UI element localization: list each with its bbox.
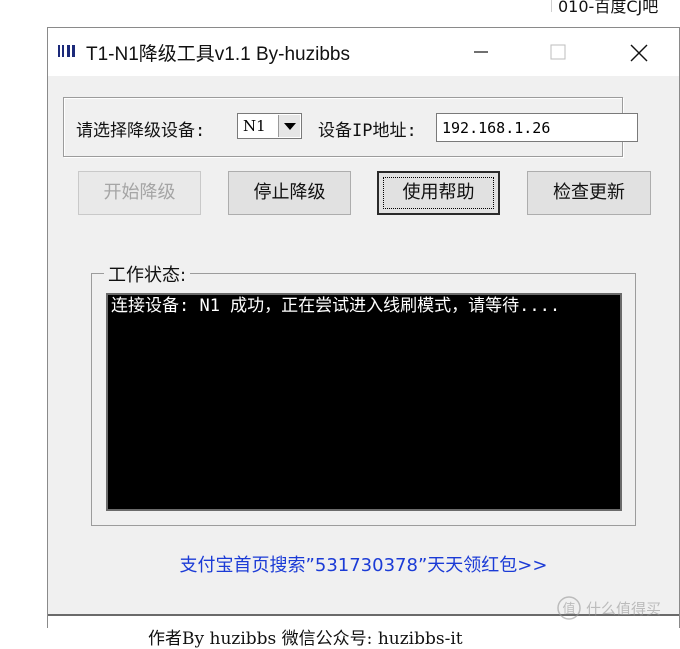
status-log[interactable]: 连接设备: N1 成功，正在尝试进入线刷模式，请等待.... (106, 293, 622, 511)
close-icon (630, 44, 648, 62)
app-icon (58, 45, 75, 57)
client-area: 请选择降级设备: N1 设备IP地址: 开始降级 停止降级 使用帮助 检查更新 … (48, 76, 679, 649)
minimize-icon (474, 51, 488, 53)
window-title: T1-N1降级工具v1.1 By-huzibbs (86, 44, 350, 65)
ip-address-field[interactable] (436, 113, 638, 142)
device-select-label: 请选择降级设备: (76, 121, 206, 141)
help-button[interactable]: 使用帮助 (377, 171, 500, 215)
ip-label: 设备IP地址: (318, 121, 417, 141)
background-divider (551, 0, 552, 12)
device-select[interactable]: N1 (237, 113, 302, 139)
stop-downgrade-button[interactable]: 停止降级 (228, 171, 351, 215)
watermark-text: 什么值得买 (586, 600, 662, 618)
watermark: 值 什么值得买 (556, 595, 676, 623)
check-update-button[interactable]: 检查更新 (527, 171, 651, 215)
focus-ring (383, 177, 494, 209)
chevron-down-icon[interactable] (278, 115, 300, 137)
maximize-icon (550, 44, 566, 60)
background-window-text: 010-百度CJ吧 (558, 0, 659, 16)
minimize-button[interactable] (452, 28, 508, 76)
device-select-value: N1 (243, 117, 266, 135)
close-button[interactable] (610, 28, 666, 76)
start-downgrade-button[interactable]: 开始降级 (78, 171, 201, 215)
status-group-label: 工作状态: (104, 261, 191, 287)
svg-text:值: 值 (562, 601, 575, 617)
app-window: T1-N1降级工具v1.1 By-huzibbs 请选择降级设备: N1 设备I… (47, 27, 680, 649)
maximize-button[interactable] (530, 28, 586, 76)
promo-link[interactable]: 支付宝首页搜索”531730378”天天领红包>> (48, 551, 679, 577)
watermark-logo-icon: 值 (557, 596, 581, 620)
title-bar[interactable]: T1-N1降级工具v1.1 By-huzibbs (48, 28, 679, 76)
